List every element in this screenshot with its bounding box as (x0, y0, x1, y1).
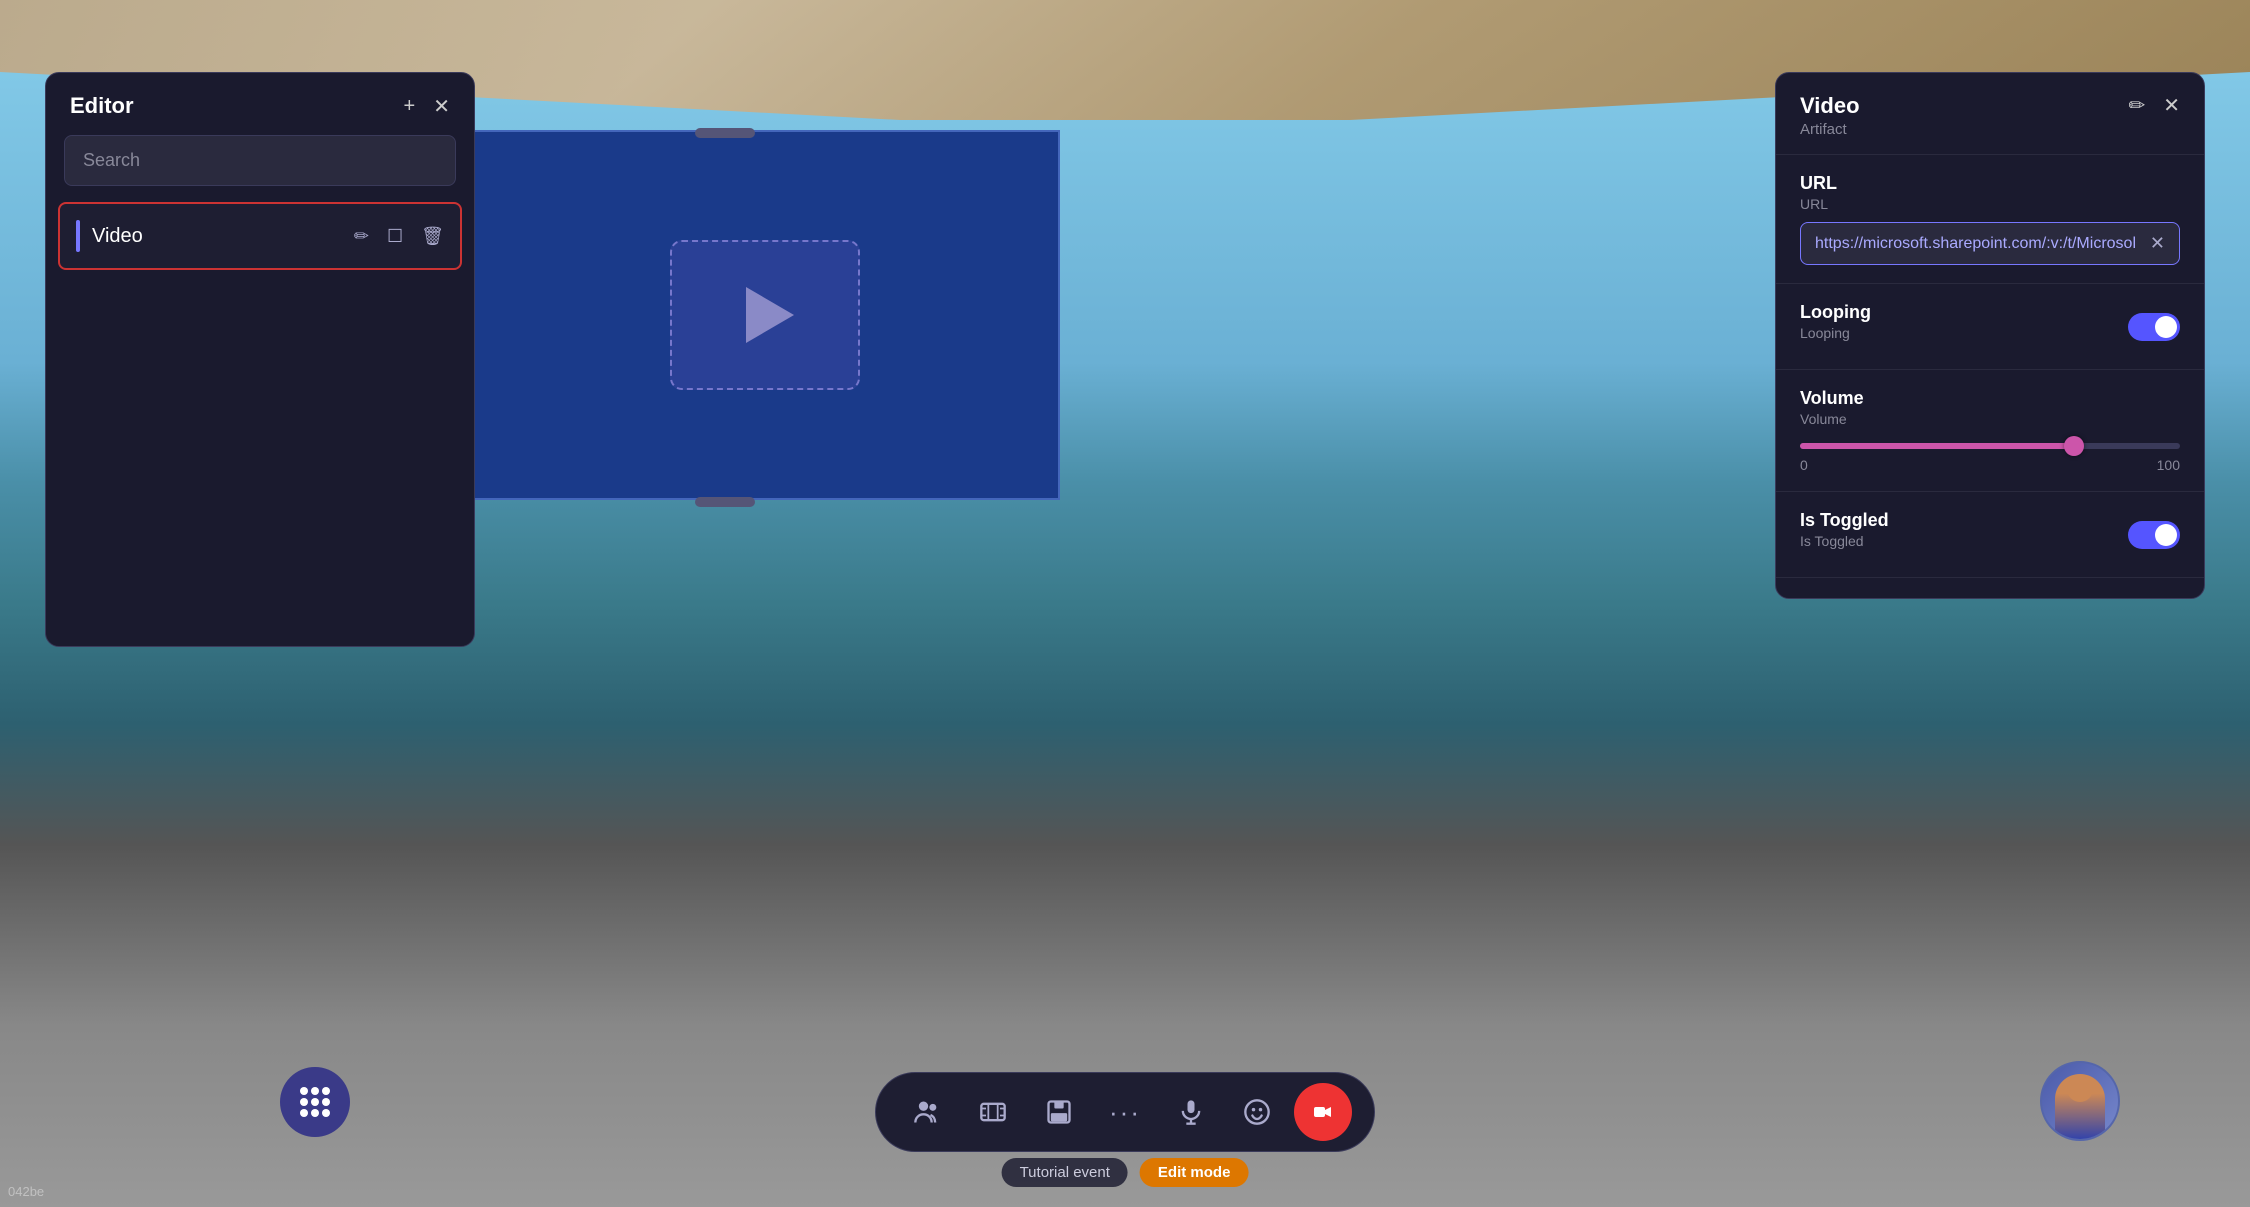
editor-add-button[interactable]: + (404, 95, 416, 118)
people-icon (913, 1098, 941, 1126)
artifact-header: Video Artifact ✏ ✕ (1776, 73, 2204, 155)
event-status-badge: Tutorial event (1002, 1158, 1128, 1187)
save-icon (1045, 1098, 1073, 1126)
user-avatar[interactable] (2040, 1061, 2120, 1141)
video-play-area (670, 240, 860, 390)
grid-button[interactable] (280, 1067, 350, 1137)
emoji-button[interactable] (1228, 1083, 1286, 1141)
artifact-main-title: Video (1800, 93, 1860, 119)
artifact-edit-button[interactable]: ✏ (2128, 93, 2145, 118)
artifact-subtitle: Artifact (1800, 121, 1860, 138)
url-sub-label: URL (1800, 196, 2180, 212)
grid-dot-2 (311, 1087, 319, 1095)
url-input-wrapper: ✕ (1800, 222, 2180, 265)
grid-dot-7 (300, 1109, 308, 1117)
video-scrollbar-bottom[interactable] (695, 497, 755, 507)
editor-close-button[interactable]: ✕ (433, 94, 450, 119)
video-delete-icon[interactable]: 🗑 (421, 226, 444, 247)
volume-sub-label: Volume (1800, 411, 2180, 427)
editor-header: Editor + ✕ (46, 73, 474, 135)
grid-dot-4 (300, 1098, 308, 1106)
looping-section: Looping Looping (1776, 284, 2204, 370)
looping-labels: Looping Looping (1800, 302, 1871, 351)
avatar-figure (2055, 1074, 2105, 1139)
video-item-label: Video (92, 225, 342, 248)
url-label: URL (1800, 173, 2180, 194)
volume-slider-track[interactable] (1800, 443, 2180, 449)
grid-dot-3 (322, 1087, 330, 1095)
is-toggled-toggle-row: Is Toggled Is Toggled (1800, 510, 2180, 559)
bottom-toolbar: ··· (875, 1072, 1375, 1152)
grid-dot-1 (300, 1087, 308, 1095)
more-button[interactable]: ··· (1096, 1083, 1154, 1141)
looping-toggle-row: Looping Looping (1800, 302, 2180, 351)
avatar-head (2067, 1076, 2093, 1102)
video-item-accent (76, 220, 80, 252)
status-bar: Tutorial event Edit mode (1002, 1158, 1249, 1187)
volume-slider-labels: 0 100 (1800, 457, 2180, 473)
grid-dots (300, 1087, 330, 1117)
video-display (470, 130, 1060, 500)
url-section: URL URL ✕ (1776, 155, 2204, 284)
is-toggled-label: Is Toggled (1800, 510, 1889, 531)
video-list-item[interactable]: Video ✏ ☐ 🗑 (58, 202, 462, 270)
grid-dot-5 (311, 1098, 319, 1106)
video-item-actions: ✏ ☐ 🗑 (354, 226, 444, 247)
looping-toggle[interactable] (2128, 313, 2180, 341)
emoji-icon (1243, 1098, 1271, 1126)
record-icon (1311, 1100, 1335, 1124)
volume-label: Volume (1800, 388, 2180, 409)
mic-icon (1177, 1098, 1205, 1126)
looping-sub-label: Looping (1800, 325, 1871, 341)
editor-header-actions: + ✕ (404, 94, 450, 119)
volume-min: 0 (1800, 457, 1808, 473)
people-button[interactable] (898, 1083, 956, 1141)
search-input[interactable]: Search (64, 135, 456, 186)
editor-panel: Editor + ✕ Search Video ✏ ☐ 🗑 (45, 72, 475, 647)
artifact-title-block: Video Artifact (1800, 93, 1860, 138)
grid-dot-9 (322, 1109, 330, 1117)
play-icon (746, 287, 794, 343)
url-clear-button[interactable]: ✕ (2150, 233, 2165, 254)
is-toggled-labels: Is Toggled Is Toggled (1800, 510, 1889, 559)
video-edit-icon[interactable]: ✏ (354, 226, 369, 247)
url-input[interactable] (1815, 235, 2142, 253)
record-button[interactable] (1294, 1083, 1352, 1141)
save-button[interactable] (1030, 1083, 1088, 1141)
is-toggled-sub-label: Is Toggled (1800, 533, 1889, 549)
volume-max: 100 (2157, 457, 2180, 473)
volume-slider-fill (1800, 443, 2074, 449)
mic-button[interactable] (1162, 1083, 1220, 1141)
film-icon (979, 1098, 1007, 1126)
looping-label: Looping (1800, 302, 1871, 323)
artifact-close-button[interactable]: ✕ (2163, 93, 2180, 118)
grid-dot-8 (311, 1109, 319, 1117)
is-toggled-toggle[interactable] (2128, 521, 2180, 549)
is-toggled-section: Is Toggled Is Toggled (1776, 492, 2204, 578)
watermark: 042be (8, 1184, 44, 1199)
volume-slider-thumb[interactable] (2064, 436, 2084, 456)
video-copy-icon[interactable]: ☐ (387, 226, 403, 247)
video-scrollbar-top[interactable] (695, 128, 755, 138)
edit-mode-badge: Edit mode (1140, 1158, 1249, 1187)
artifact-panel: Video Artifact ✏ ✕ URL URL ✕ Looping Loo… (1775, 72, 2205, 599)
volume-section: Volume Volume 0 100 (1776, 370, 2204, 492)
editor-title: Editor (70, 93, 134, 119)
artifact-header-right: ✏ ✕ (2128, 93, 2180, 118)
grid-dot-6 (322, 1098, 330, 1106)
film-button[interactable] (964, 1083, 1022, 1141)
